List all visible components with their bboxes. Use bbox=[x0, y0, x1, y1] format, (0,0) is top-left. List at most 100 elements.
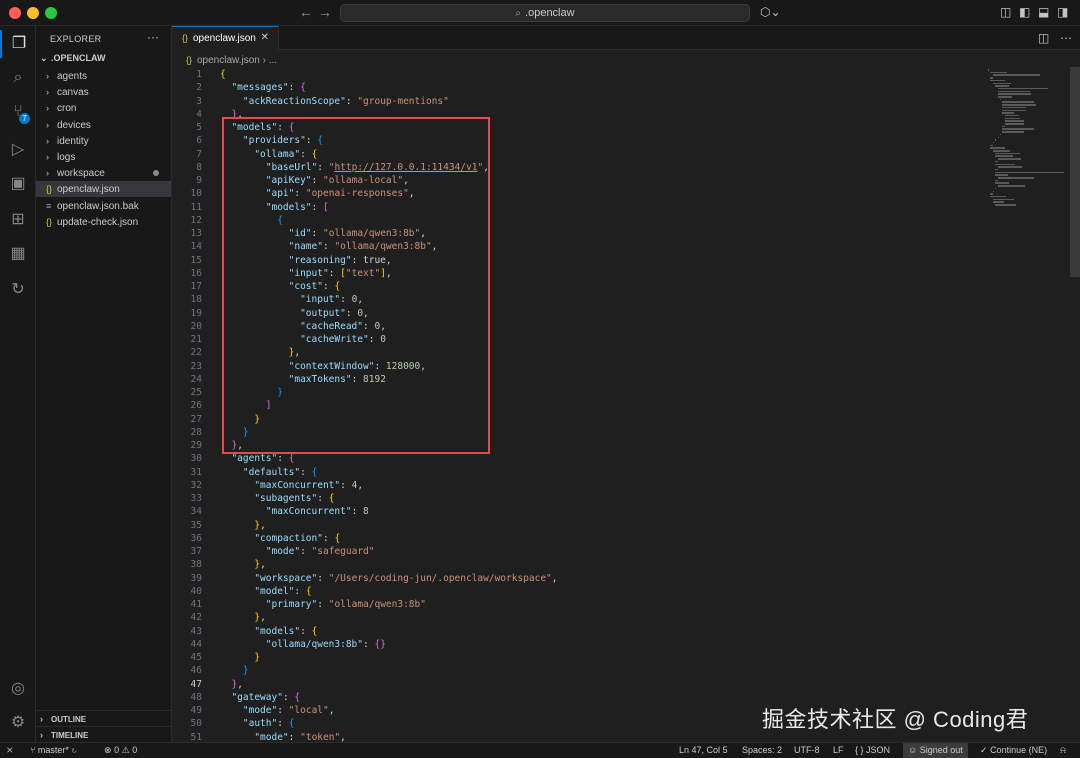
breadcrumb-file[interactable]: openclaw.json bbox=[197, 55, 260, 66]
file-update-check-json[interactable]: {} update-check.json bbox=[36, 214, 171, 230]
code-line[interactable]: 2 "messages": { bbox=[172, 81, 972, 94]
minimap-line bbox=[997, 166, 1023, 168]
line-number: 32 bbox=[190, 479, 202, 491]
warning-icon: ⚠ bbox=[121, 745, 130, 755]
breadcrumb-more[interactable]: ... bbox=[269, 55, 277, 66]
code-line[interactable]: 31 "defaults": { bbox=[172, 466, 972, 479]
line-number: 34 bbox=[190, 506, 202, 518]
encoding-status[interactable]: UTF-8 bbox=[794, 743, 820, 758]
split-editor-icon[interactable]: ◫ bbox=[1038, 31, 1049, 45]
chevron-right-icon: › bbox=[46, 71, 49, 81]
extensions-icon[interactable]: ⊞ bbox=[0, 206, 36, 234]
chevron-down-icon: ⌄ bbox=[40, 53, 48, 63]
branch-status[interactable]: ⑂ master* ↻ bbox=[30, 743, 77, 758]
folder-label: agents bbox=[57, 71, 88, 82]
close-icon[interactable]: ✕ bbox=[261, 27, 269, 49]
file-label: openclaw.json bbox=[57, 184, 120, 195]
toggle-panel-icon[interactable]: ⬓ bbox=[1038, 5, 1049, 19]
window-minimize-button[interactable] bbox=[27, 7, 39, 19]
explorer-icon[interactable]: ❐ bbox=[0, 30, 36, 58]
copilot-chat-icon[interactable]: ↻ bbox=[0, 276, 36, 304]
code-line[interactable]: 42 }, bbox=[172, 611, 972, 624]
remote-indicator-icon[interactable]: ⨯ bbox=[6, 743, 14, 758]
line-number: 39 bbox=[190, 572, 202, 584]
line-number: 8 bbox=[196, 161, 202, 173]
code-line[interactable]: 34 "maxConcurrent": 8 bbox=[172, 505, 972, 518]
problems-status[interactable]: ⊗ 0 ⚠ 0 bbox=[104, 743, 137, 758]
code-line[interactable]: 45 } bbox=[172, 651, 972, 664]
code-line[interactable]: 39 "workspace": "/Users/coding-jun/.open… bbox=[172, 572, 972, 585]
code-line[interactable]: 37 "mode": "safeguard" bbox=[172, 545, 972, 558]
code-line[interactable]: 3 "ackReactionScope": "group-mentions" bbox=[172, 95, 972, 108]
line-number: 1 bbox=[196, 69, 202, 80]
code-line[interactable]: 44 "ollama/qwen3:8b": {} bbox=[172, 638, 972, 651]
folder-agents[interactable]: › agents bbox=[36, 68, 171, 84]
source-control-icon[interactable]: ⑂ 7 bbox=[0, 98, 36, 126]
line-number: 43 bbox=[190, 625, 202, 637]
containers-icon[interactable]: ▦ bbox=[0, 240, 36, 268]
folder-devices[interactable]: › devices bbox=[36, 117, 171, 133]
code-line[interactable]: 30 "agents": { bbox=[172, 452, 972, 465]
explorer-more-button[interactable]: ··· bbox=[147, 30, 159, 44]
signed-out-status[interactable]: ☺ Signed out bbox=[903, 743, 968, 758]
tab-openclaw-json[interactable]: {} openclaw.json ✕ bbox=[172, 26, 279, 50]
language-label: JSON bbox=[866, 745, 891, 755]
folder-identity[interactable]: › identity bbox=[36, 133, 171, 149]
minimap-line bbox=[995, 85, 1010, 87]
copilot-icon[interactable]: ⬡⌄ bbox=[760, 5, 781, 19]
code-line[interactable]: 47 }, bbox=[172, 678, 972, 691]
cursor-position[interactable]: Ln 47, Col 5 bbox=[679, 743, 728, 758]
folder-workspace[interactable]: › workspace bbox=[36, 165, 171, 181]
folder-canvas[interactable]: › canvas bbox=[36, 84, 171, 100]
customize-layout-icon[interactable]: ◫ bbox=[1000, 5, 1011, 19]
search-icon[interactable]: ⌕ bbox=[0, 64, 36, 92]
code-line[interactable]: 46 } bbox=[172, 664, 972, 677]
code-line[interactable]: 32 "maxConcurrent": 4, bbox=[172, 479, 972, 492]
code-line[interactable]: 35 }, bbox=[172, 519, 972, 532]
code-line[interactable]: 43 "models": { bbox=[172, 625, 972, 638]
line-number: 47 bbox=[190, 678, 202, 690]
folder-cron[interactable]: › cron bbox=[36, 100, 171, 116]
code-line[interactable]: 41 "primary": "ollama/qwen3:8b" bbox=[172, 598, 972, 611]
notifications-bell-icon[interactable]: ⍾ bbox=[1060, 743, 1066, 758]
line-number: 49 bbox=[190, 705, 202, 716]
minimap[interactable] bbox=[984, 67, 1070, 217]
back-arrow-icon[interactable]: ← bbox=[299, 4, 313, 20]
continue-status[interactable]: ✓ Continue (NE) bbox=[980, 743, 1047, 758]
eol-status[interactable]: LF bbox=[833, 743, 844, 758]
remote-explorer-icon[interactable]: ▣ bbox=[0, 170, 36, 198]
activity-bar: ❐ ⌕ ⑂ 7 ▷ ▣ ⊞ ▦ ↻ ◎ ⚙ bbox=[0, 26, 36, 742]
line-number: 26 bbox=[190, 400, 202, 412]
line-number: 12 bbox=[190, 214, 202, 226]
toggle-secondary-sidebar-icon[interactable]: ◨ bbox=[1057, 5, 1068, 19]
more-actions-icon[interactable]: ⋯ bbox=[1060, 31, 1072, 45]
minimap-line bbox=[997, 177, 1034, 179]
code-line[interactable]: 40 "model": { bbox=[172, 585, 972, 598]
indentation-status[interactable]: Spaces: 2 bbox=[742, 743, 782, 758]
account-icon[interactable]: ◎ bbox=[0, 675, 36, 703]
file-openclaw-json-bak[interactable]: ≡ openclaw.json.bak bbox=[36, 198, 171, 214]
window-close-button[interactable] bbox=[9, 7, 21, 19]
code-line[interactable]: 33 "subagents": { bbox=[172, 492, 972, 505]
run-debug-icon[interactable]: ▷ bbox=[0, 136, 36, 164]
code-line[interactable]: 36 "compaction": { bbox=[172, 532, 972, 545]
toggle-sidebar-icon[interactable]: ◧ bbox=[1019, 5, 1030, 19]
timeline-section[interactable]: › TIMELINE bbox=[36, 726, 171, 742]
line-number: 48 bbox=[190, 691, 202, 703]
code-line[interactable]: 38 }, bbox=[172, 558, 972, 571]
vertical-scrollbar[interactable] bbox=[1070, 67, 1080, 277]
settings-gear-icon[interactable]: ⚙ bbox=[0, 709, 36, 737]
workspace-root[interactable]: ⌄ .OPENCLAW bbox=[40, 53, 106, 64]
file-openclaw-json[interactable]: {} openclaw.json bbox=[36, 181, 171, 197]
folder-logs[interactable]: › logs bbox=[36, 149, 171, 165]
code-line[interactable]: 1{ bbox=[172, 68, 972, 81]
code-text: "messages": { bbox=[231, 82, 306, 94]
forward-arrow-icon[interactable]: → bbox=[318, 4, 332, 20]
json-file-icon: {} bbox=[182, 33, 189, 43]
window-maximize-button[interactable] bbox=[45, 7, 57, 19]
code-text: "models": { bbox=[254, 625, 318, 637]
language-status[interactable]: { } JSON bbox=[855, 743, 890, 758]
minimap-line bbox=[990, 71, 1008, 74]
outline-section[interactable]: › OUTLINE bbox=[36, 710, 171, 726]
command-center-search[interactable]: ⌕ .openclaw bbox=[340, 4, 750, 22]
